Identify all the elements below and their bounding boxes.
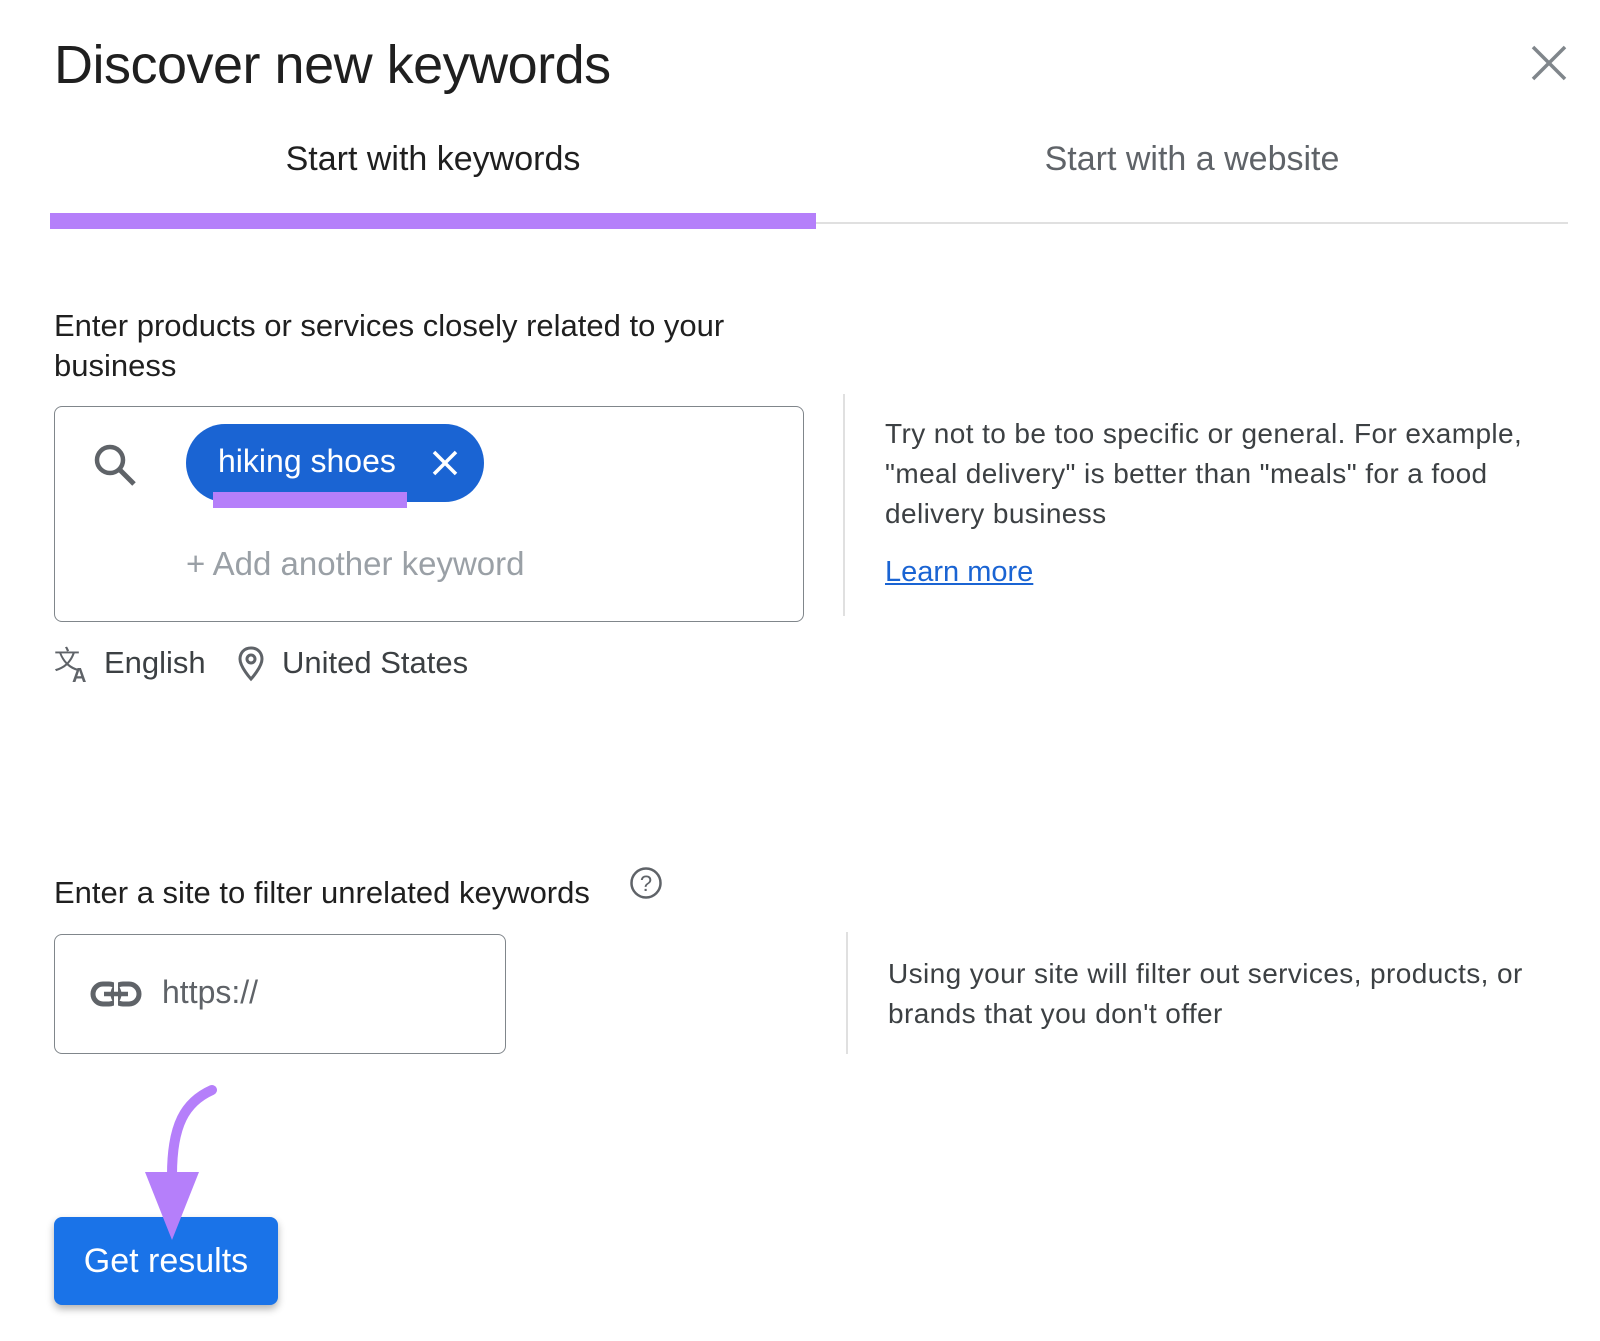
tab-start-with-website[interactable]: Start with a website — [816, 140, 1568, 179]
svg-text:?: ? — [640, 871, 652, 896]
translate-icon: 文 A — [54, 646, 86, 683]
language-selector[interactable]: English — [104, 645, 206, 681]
search-icon — [94, 444, 136, 486]
tab-start-with-keywords[interactable]: Start with keywords — [50, 140, 816, 179]
location-selector[interactable]: United States — [282, 645, 468, 681]
keywords-label: Enter products or services closely relat… — [54, 308, 725, 383]
tab-divider — [816, 222, 1568, 224]
divider — [843, 394, 845, 616]
active-tab-indicator — [50, 213, 816, 229]
remove-keyword-icon[interactable] — [430, 448, 460, 478]
get-results-button[interactable]: Get results — [54, 1217, 278, 1305]
close-icon[interactable] — [1530, 44, 1568, 82]
keyword-chip-label: hiking shoes — [218, 443, 396, 479]
site-filter-label: Enter a site to filter unrelated keyword… — [54, 875, 590, 910]
keywords-hint: Try not to be too specific or general. F… — [885, 418, 1523, 529]
add-keyword-input[interactable]: + Add another keyword — [186, 545, 524, 583]
location-pin-icon — [238, 646, 264, 682]
svg-text:A: A — [72, 665, 86, 683]
learn-more-link[interactable]: Learn more — [885, 556, 1033, 589]
divider — [846, 932, 848, 1054]
site-filter-hint: Using your site will filter out services… — [888, 958, 1523, 1029]
annotation-underline — [213, 492, 407, 508]
site-url-placeholder: https:// — [162, 974, 259, 1010]
dialog-title: Discover new keywords — [54, 35, 611, 95]
link-icon — [90, 980, 142, 1008]
help-circle-icon[interactable]: ? — [629, 866, 663, 900]
